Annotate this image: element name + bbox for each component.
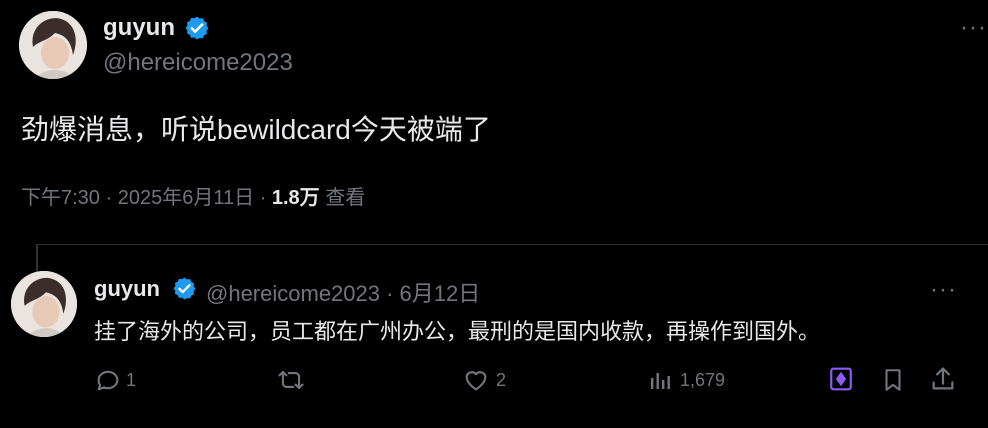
like-count: 2: [496, 369, 507, 390]
reply-count: 1: [126, 369, 137, 390]
section-divider: [36, 244, 988, 245]
main-handle[interactable]: @hereicome2023: [103, 49, 293, 77]
views-count: 1.8万: [271, 187, 320, 209]
main-tweet-text: 劲爆消息，听说bewildcard今天被端了: [21, 114, 491, 145]
avatar-image: [19, 11, 87, 79]
more-icon[interactable]: ···: [930, 276, 957, 304]
heart-icon: [465, 371, 487, 391]
reply-display-name[interactable]: guyun: [94, 276, 160, 302]
analytics-icon: [651, 373, 670, 389]
bookmark-icon: [885, 369, 901, 391]
reply-handle-date[interactable]: @hereicome2023 · 6月12日: [206, 276, 480, 308]
reply-button[interactable]: 1: [94, 366, 136, 394]
like-button[interactable]: 2: [462, 366, 506, 394]
views-label: 查看: [319, 187, 366, 209]
more-icon[interactable]: ···: [960, 14, 987, 42]
grok-icon: [830, 367, 852, 391]
main-avatar[interactable]: [19, 11, 87, 79]
grok-button[interactable]: [828, 365, 854, 393]
main-display-name[interactable]: guyun: [103, 14, 175, 42]
reply-avatar[interactable]: [11, 271, 77, 337]
retweet-icon: [278, 370, 304, 390]
retweet-button[interactable]: [276, 366, 306, 394]
main-tweet-meta: 下午7:30 · 2025年6月11日 · 1.8万 查看: [21, 181, 365, 210]
views-button[interactable]: 1,679: [648, 366, 725, 394]
avatar-image: [11, 271, 77, 337]
verified-badge-icon: [184, 15, 210, 46]
share-icon: [932, 367, 954, 390]
tweet-timestamp[interactable]: 下午7:30 · 2025年6月11日 ·: [21, 187, 272, 209]
reply-icon: [97, 370, 119, 391]
verified-badge-icon: [172, 276, 197, 306]
bookmark-button[interactable]: [880, 366, 906, 394]
views-count: 1,679: [680, 369, 726, 390]
thread-line: [36, 244, 38, 272]
share-button[interactable]: [929, 365, 957, 393]
reply-text: 挂了海外的公司，员工都在广州办公，最刑的是国内收款，再操作到国外。: [94, 319, 821, 344]
